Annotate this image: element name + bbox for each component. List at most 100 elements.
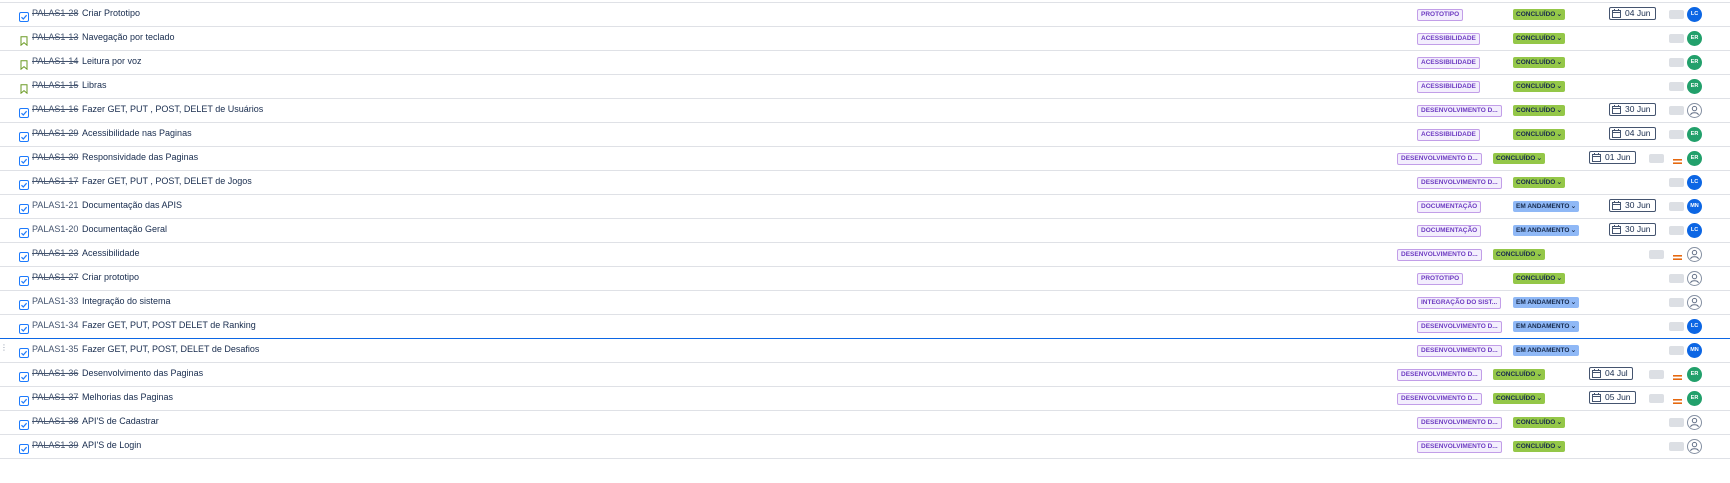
backlog-row[interactable]: PALAS1-29 Acessibilidade nas Paginas ACESS… [0,123,1730,147]
unassigned-avatar-icon[interactable] [1687,247,1702,262]
story-points-field[interactable] [1649,370,1664,379]
issue-key-link[interactable]: PALAS1-27 [32,272,78,282]
backlog-row[interactable]: PALAS1-14 Leitura por voz ACESSIBILIDADE CO… [0,51,1730,75]
assignee-avatar[interactable]: ER [1687,55,1702,70]
epic-badge[interactable]: INTEGRAÇÃO DO SIST... [1417,297,1502,309]
backlog-row[interactable]: PALAS1-28 Criar Prototipo PROTOTIPO CONCLUÍ… [0,3,1730,27]
issue-summary[interactable]: Leitura por voz [82,56,142,66]
issue-summary[interactable]: Documentação Geral [82,224,167,234]
issue-summary[interactable]: Acessibilidade [82,248,140,258]
due-date-lozenge[interactable]: 04 Jul [1589,367,1633,380]
story-points-field[interactable] [1669,226,1684,235]
epic-badge[interactable]: DESENVOLVIMENTO D... [1397,153,1482,165]
issue-summary[interactable]: Acessibilidade nas Paginas [82,128,192,138]
issue-key-link[interactable]: PALAS1-29 [32,128,78,138]
issue-summary[interactable]: Melhorias das Paginas [82,392,173,402]
epic-badge[interactable]: ACESSIBILIDADE [1417,81,1480,93]
story-points-field[interactable] [1669,418,1684,427]
backlog-row[interactable]: PALAS1-21 Documentação das APIS DOCUMENTAÇ… [0,195,1730,219]
assignee-avatar[interactable]: LC [1687,7,1702,22]
epic-badge[interactable]: DESENVOLVIMENTO D... [1417,441,1502,453]
assignee-avatar[interactable]: LC [1687,175,1702,190]
issue-key-link[interactable]: PALAS1-39 [32,440,78,450]
backlog-row[interactable]: PALAS1-38 API'S de Cadastrar DESENVOLVIMEN… [0,411,1730,435]
issue-key-link[interactable]: PALAS1-21 [32,200,78,210]
issue-summary[interactable]: API'S de Login [82,440,141,450]
epic-badge[interactable]: DESENVOLVIMENTO D... [1417,177,1502,189]
story-points-field[interactable] [1669,442,1684,451]
issue-key-link[interactable]: PALAS1-16 [32,104,78,114]
unassigned-avatar-icon[interactable] [1687,439,1702,454]
assignee-avatar[interactable]: ER [1687,127,1702,142]
backlog-row[interactable]: PALAS1-16 Fazer GET, PUT , POST, DELET de… [0,99,1730,123]
issue-summary[interactable]: Criar Prototipo [82,8,140,18]
story-points-field[interactable] [1649,394,1664,403]
due-date-lozenge[interactable]: 05 Jun [1589,391,1636,404]
issue-key-link[interactable]: PALAS1-35 [32,344,78,354]
status-dropdown[interactable]: EM ANDAMENTO⌄ [1513,201,1580,212]
issue-summary[interactable]: Integração do sistema [82,296,171,306]
epic-badge[interactable]: DESENVOLVIMENTO D... [1397,393,1482,405]
backlog-row[interactable]: PALAS1-37 Melhorias das Paginas DESENVOLVI… [0,387,1730,411]
issue-summary[interactable]: API'S de Cadastrar [82,416,159,426]
issue-summary[interactable]: Fazer GET, PUT, POST, DELET de Desafios [82,344,259,354]
status-dropdown[interactable]: EM ANDAMENTO⌄ [1513,345,1580,356]
issue-key-link[interactable]: PALAS1-23 [32,248,78,258]
epic-badge[interactable]: ACESSIBILIDADE [1417,57,1480,69]
status-dropdown[interactable]: CONCLUÍDO⌄ [1493,153,1546,164]
issue-key-link[interactable]: PALAS1-17 [32,176,78,186]
due-date-lozenge[interactable]: 30 Jun [1609,223,1656,236]
assignee-avatar[interactable]: ER [1687,31,1702,46]
story-points-field[interactable] [1669,106,1684,115]
status-dropdown[interactable]: EM ANDAMENTO⌄ [1513,297,1580,308]
assignee-avatar[interactable]: ER [1687,367,1702,382]
epic-badge[interactable]: ACESSIBILIDADE [1417,33,1480,45]
backlog-row[interactable]: PALAS1-33 Integração do sistema INTEGRAÇÃO… [0,291,1730,315]
unassigned-avatar-icon[interactable] [1687,103,1702,118]
status-dropdown[interactable]: CONCLUÍDO⌄ [1513,105,1566,116]
assignee-avatar[interactable]: LC [1687,319,1702,334]
story-points-field[interactable] [1669,298,1684,307]
story-points-field[interactable] [1669,322,1684,331]
story-points-field[interactable] [1669,82,1684,91]
issue-key-link[interactable]: PALAS1-34 [32,320,78,330]
issue-key-link[interactable]: PALAS1-33 [32,296,78,306]
status-dropdown[interactable]: CONCLUÍDO⌄ [1513,417,1566,428]
story-points-field[interactable] [1669,58,1684,67]
issue-key-link[interactable]: PALAS1-36 [32,368,78,378]
status-dropdown[interactable]: CONCLUÍDO⌄ [1513,81,1566,92]
unassigned-avatar-icon[interactable] [1687,295,1702,310]
issue-key-link[interactable]: PALAS1-13 [32,32,78,42]
issue-key-link[interactable]: PALAS1-14 [32,56,78,66]
due-date-lozenge[interactable]: 30 Jun [1609,199,1656,212]
issue-summary[interactable]: Criar prototipo [82,272,139,282]
epic-badge[interactable]: DESENVOLVIMENTO D... [1417,345,1502,357]
story-points-field[interactable] [1669,274,1684,283]
status-dropdown[interactable]: EM ANDAMENTO⌄ [1513,321,1580,332]
status-dropdown[interactable]: CONCLUÍDO⌄ [1513,177,1566,188]
status-dropdown[interactable]: EM ANDAMENTO⌄ [1513,225,1580,236]
drag-handle-icon[interactable]: ⋮ [0,344,8,352]
epic-badge[interactable]: PROTOTIPO [1417,9,1464,21]
assignee-avatar[interactable]: MN [1687,343,1702,358]
assignee-avatar[interactable]: MN [1687,199,1702,214]
epic-badge[interactable]: DOCUMENTAÇÃO [1417,201,1482,213]
due-date-lozenge[interactable]: 04 Jun [1609,127,1656,140]
issue-summary[interactable]: Fazer GET, PUT , POST, DELET de Jogos [82,176,252,186]
unassigned-avatar-icon[interactable] [1687,415,1702,430]
story-points-field[interactable] [1649,154,1664,163]
issue-key-link[interactable]: PALAS1-28 [32,8,78,18]
issue-summary[interactable]: Navegação por teclado [82,32,175,42]
due-date-lozenge[interactable]: 04 Jun [1609,7,1656,20]
epic-badge[interactable]: DESENVOLVIMENTO D... [1397,249,1482,261]
status-dropdown[interactable]: CONCLUÍDO⌄ [1513,9,1566,20]
epic-badge[interactable]: DOCUMENTAÇÃO [1417,225,1482,237]
issue-summary[interactable]: Documentação das APIS [82,200,182,210]
issue-key-link[interactable]: PALAS1-20 [32,224,78,234]
story-points-field[interactable] [1669,130,1684,139]
status-dropdown[interactable]: CONCLUÍDO⌄ [1513,441,1566,452]
epic-badge[interactable]: DESENVOLVIMENTO D... [1417,105,1502,117]
unassigned-avatar-icon[interactable] [1687,271,1702,286]
backlog-row[interactable]: PALAS1-27 Criar prototipo PROTOTIPO CONCLUÍ… [0,267,1730,291]
assignee-avatar[interactable]: LC [1687,223,1702,238]
